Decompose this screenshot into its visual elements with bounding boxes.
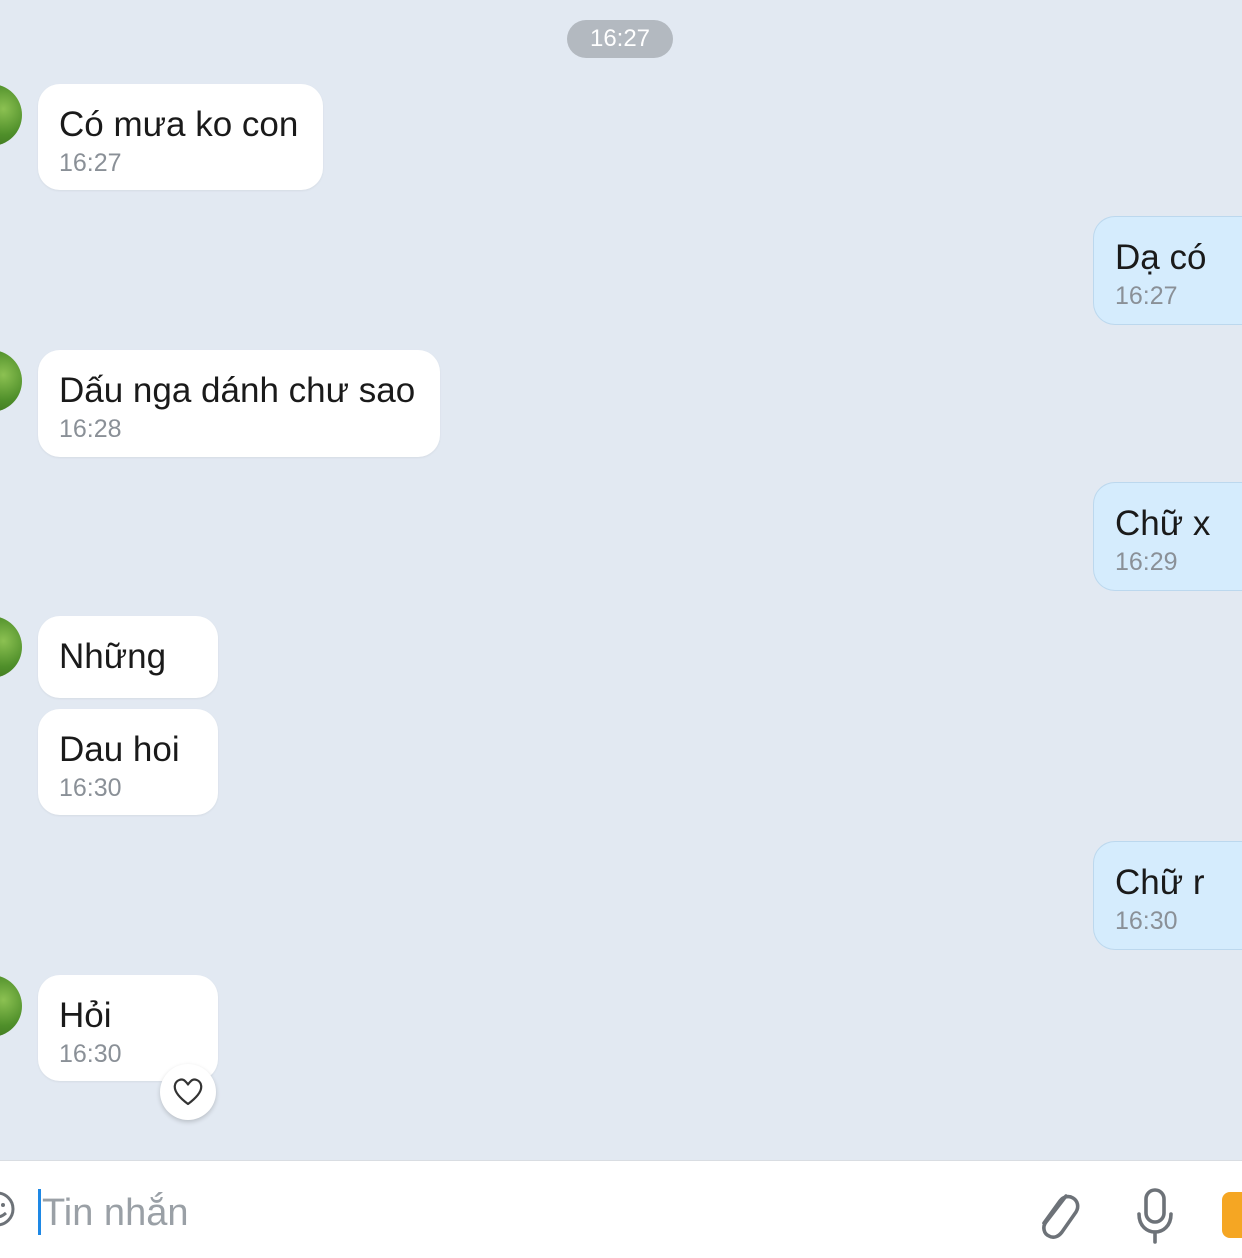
message-text: Dạ có — [1115, 238, 1207, 277]
contact-avatar[interactable] — [0, 616, 22, 678]
message-text: Những — [59, 637, 167, 676]
message-time: 16:27 — [1115, 282, 1178, 310]
chat-area: 16:27 Có mưa ko con 16:27 Dạ có 16:27 Dấ… — [0, 0, 1242, 1160]
message-text: Có mưa ko con — [59, 105, 299, 144]
message-text: Chữ x — [1115, 504, 1211, 543]
message-bubble-outgoing[interactable]: Chữ x 16:29 — [1093, 482, 1242, 591]
heart-icon[interactable] — [160, 1064, 216, 1120]
message-time: 16:30 — [59, 774, 122, 802]
date-separator-chip: 16:27 — [567, 20, 673, 58]
contact-avatar[interactable] — [0, 975, 22, 1037]
message-bubble-outgoing[interactable]: Dạ có 16:27 — [1093, 216, 1242, 325]
text-caret — [38, 1189, 41, 1235]
contact-avatar[interactable] — [0, 84, 22, 146]
message-text: Chữ r — [1115, 863, 1205, 902]
contact-avatar[interactable] — [0, 350, 22, 412]
message-time: 16:27 — [59, 149, 122, 177]
mic-icon[interactable] — [1133, 1186, 1177, 1251]
message-bubble-incoming[interactable]: Những — [38, 616, 218, 698]
emoji-icon[interactable] — [0, 1189, 16, 1229]
message-time: 16:28 — [59, 415, 122, 443]
message-time: 16:30 — [1115, 907, 1178, 935]
message-time: 16:29 — [1115, 548, 1178, 576]
message-time: 16:30 — [59, 1040, 122, 1068]
message-text: Dấu nga dánh chư sao — [59, 371, 416, 410]
message-bubble-incoming[interactable]: Có mưa ko con 16:27 — [38, 84, 323, 190]
attach-icon[interactable] — [1032, 1186, 1082, 1249]
message-bubble-incoming[interactable]: Dau hoi 16:30 — [38, 709, 218, 815]
message-text: Hỏi — [59, 996, 112, 1035]
message-bubble-outgoing[interactable]: Chữ r 16:30 — [1093, 841, 1242, 950]
message-text: Dau hoi — [59, 730, 180, 769]
message-bubble-incoming[interactable]: Dấu nga dánh chư sao 16:28 — [38, 350, 440, 457]
message-input[interactable]: Tin nhắn — [42, 1193, 188, 1233]
image-icon[interactable] — [1222, 1192, 1242, 1238]
